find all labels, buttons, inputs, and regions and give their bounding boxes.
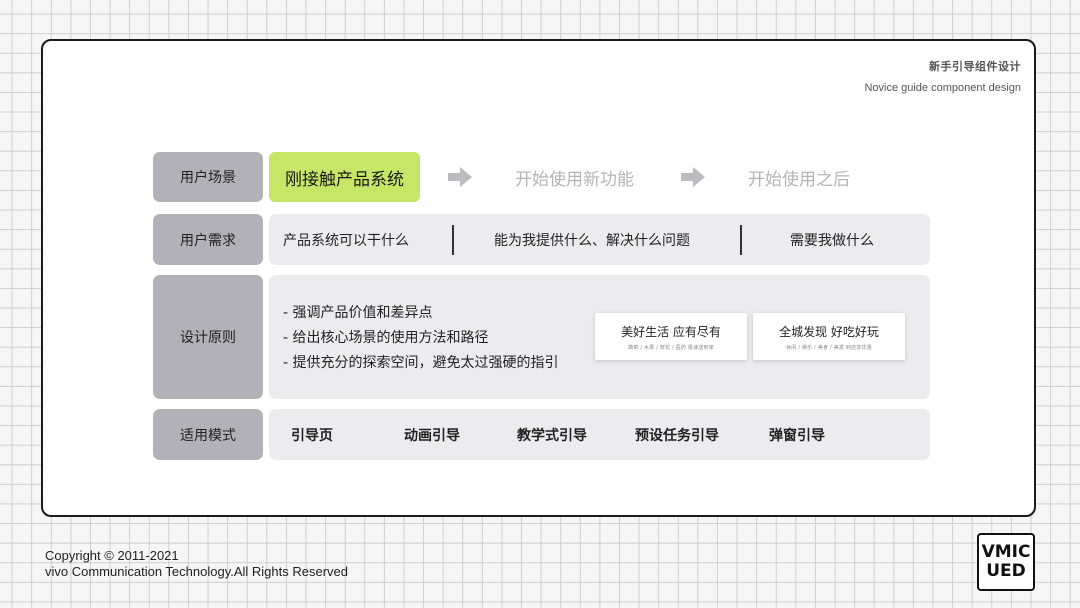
- copyright-line-1: Copyright © 2011-2021: [45, 548, 179, 563]
- mode-item-2: 动画引导: [404, 427, 460, 444]
- mode-item-3: 教学式引导: [517, 427, 587, 444]
- principles-list: - 强调产品价值和差异点 - 给出核心场景的使用方法和路径 - 提供充分的探索空…: [283, 301, 559, 376]
- need-item-3: 需要我做什么: [790, 232, 874, 249]
- row-label-modes: 适用模式: [153, 409, 263, 460]
- mode-item-5: 弹窗引导: [769, 427, 825, 444]
- example-card-2: 全城发现 好吃好玩 休闲 / 娱乐 / 美食 / 美发 到店享优惠: [753, 313, 905, 360]
- logo-line-1: VMIC: [981, 542, 1031, 562]
- example-card-title: 全城发现 好吃好玩: [779, 325, 879, 339]
- divider: [740, 225, 742, 255]
- principle-item-2: - 给出核心场景的使用方法和路径: [283, 330, 489, 346]
- row-label-principles: 设计原则: [153, 275, 263, 399]
- copyright: Copyright © 2011-2021 vivo Communication…: [45, 548, 348, 580]
- row-label-needs: 用户需求: [153, 214, 263, 265]
- row-user-scene: 用户场景 刚接触产品系统 开始使用新功能 开始使用之后: [153, 152, 930, 202]
- example-card-1: 美好生活 应有尽有 蔬菜 / 水果 / 鲜花 / 医药 极速送到家: [595, 313, 747, 360]
- example-card-title: 美好生活 应有尽有: [621, 325, 721, 339]
- mode-item-4: 预设任务引导: [635, 427, 719, 444]
- row-user-needs: 用户需求 产品系统可以干什么 能为我提供什么、解决什么问题 需要我做什么: [153, 214, 930, 265]
- logo-line-2: UED: [986, 561, 1026, 581]
- principle-item-3: - 提供充分的探索空间，避免太过强硬的指引: [283, 355, 559, 371]
- title-en: Novice guide component design: [864, 82, 1021, 94]
- vmic-ued-logo: VMIC UED: [977, 533, 1035, 591]
- need-item-2: 能为我提供什么、解决什么问题: [494, 232, 690, 249]
- stage-2: 开始使用新功能: [515, 169, 634, 190]
- mode-item-1: 引导页: [291, 427, 333, 444]
- divider: [452, 225, 454, 255]
- need-item-1: 产品系统可以干什么: [283, 232, 409, 249]
- corner-title: 新手引导组件设计 Novice guide component design: [864, 58, 1021, 94]
- row-modes: 适用模式 引导页 动画引导 教学式引导 预设任务引导 弹窗引导: [153, 409, 930, 460]
- example-card-sub: 蔬菜 / 水果 / 鲜花 / 医药 极速送到家: [628, 345, 714, 351]
- stage-active: 刚接触产品系统: [269, 152, 420, 202]
- arrow-right-icon: [448, 167, 472, 187]
- needs-panel: 产品系统可以干什么 能为我提供什么、解决什么问题 需要我做什么: [269, 214, 930, 265]
- row-design-principles: 设计原则 美好生活 应有尽有 蔬菜 / 水果 / 鲜花 / 医药 极速送到家 全…: [153, 275, 930, 399]
- modes-panel: 引导页 动画引导 教学式引导 预设任务引导 弹窗引导: [269, 409, 930, 460]
- title-cn: 新手引导组件设计: [929, 60, 1021, 73]
- example-card-sub: 休闲 / 娱乐 / 美食 / 美发 到店享优惠: [786, 345, 872, 351]
- arrow-right-icon: [681, 167, 705, 187]
- principle-item-1: - 强调产品价值和差异点: [283, 305, 433, 321]
- copyright-line-2: vivo Communication Technology.All Rights…: [45, 564, 348, 579]
- stage-3: 开始使用之后: [748, 169, 850, 190]
- main-card: 新手引导组件设计 Novice guide component design 用…: [41, 39, 1036, 517]
- row-label-scene: 用户场景: [153, 152, 263, 202]
